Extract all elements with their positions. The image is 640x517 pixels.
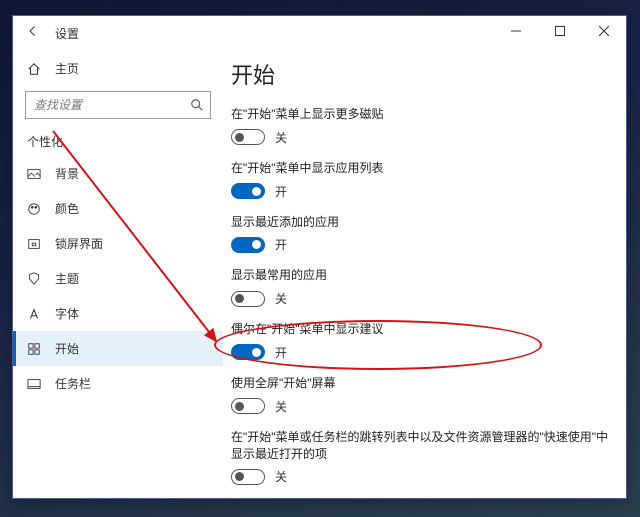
back-icon[interactable] [27,24,39,42]
toggle-state: 关 [275,468,287,485]
nav-label: 颜色 [55,200,79,217]
picture-icon [27,167,41,181]
taskbar-icon [27,377,41,391]
toggle-switch[interactable] [231,344,265,360]
setting-label: 使用全屏"开始"屏幕 [231,375,610,392]
home-label: 主页 [55,60,79,77]
toggle-state: 关 [275,398,287,415]
search-input[interactable] [25,91,211,119]
titlebar: 设置 [13,16,626,50]
toggle-switch[interactable] [231,398,265,414]
nav-label: 任务栏 [55,375,91,392]
lock-icon [27,237,41,251]
nav-label: 锁屏界面 [55,235,103,252]
window-title: 设置 [55,25,79,42]
setting-label: 在"开始"菜单中显示应用列表 [231,160,610,177]
toggle-state: 开 [275,236,287,253]
nav-label: 主题 [55,270,79,287]
palette-icon [27,202,41,216]
close-button[interactable] [582,16,626,46]
theme-icon [27,272,41,286]
nav-colors[interactable]: 颜色 [13,191,223,226]
setting-label: 偶尔在"开始"菜单中显示建议 [231,321,610,338]
content-pane: 开始 在"开始"菜单上显示更多磁贴关在"开始"菜单中显示应用列表开显示最近添加的… [223,50,626,498]
nav-fonts[interactable]: 字体 [13,296,223,331]
toggle-state: 关 [275,129,287,146]
home-icon [27,62,41,76]
nav-start[interactable]: 开始 [13,331,223,366]
toggle-state: 关 [275,290,287,307]
nav-label: 背景 [55,165,79,182]
toggle-switch[interactable] [231,129,265,145]
nav-background[interactable]: 背景 [13,156,223,191]
nav-group-label: 个性化 [13,123,223,156]
nav-taskbar[interactable]: 任务栏 [13,366,223,401]
setting-row: 使用全屏"开始"屏幕关 [231,375,610,415]
setting-label: 在"开始"菜单上显示更多磁贴 [231,106,610,123]
setting-row: 在"开始"菜单中显示应用列表开 [231,160,610,200]
minimize-button[interactable] [494,16,538,46]
nav-lockscreen[interactable]: 锁屏界面 [13,226,223,261]
setting-row: 显示最近添加的应用开 [231,214,610,254]
toggle-switch[interactable] [231,237,265,253]
toggle-state: 开 [275,183,287,200]
settings-window: 设置 主页 个性化 背景 颜色 [12,15,627,499]
setting-label: 在"开始"菜单或任务栏的跳转列表中以及文件资源管理器的"快速使用"中显示最近打开… [231,429,610,463]
toggle-state: 开 [275,344,287,361]
setting-label: 显示最常用的应用 [231,267,610,284]
toggle-switch[interactable] [231,469,265,485]
toggle-switch[interactable] [231,291,265,307]
nav-label: 字体 [55,305,79,322]
setting-row: 在"开始"菜单上显示更多磁贴关 [231,106,610,146]
search-icon [190,98,204,112]
page-heading: 开始 [231,58,610,90]
maximize-button[interactable] [538,16,582,46]
setting-row: 显示最常用的应用关 [231,267,610,307]
nav-themes[interactable]: 主题 [13,261,223,296]
setting-label: 显示最近添加的应用 [231,214,610,231]
setting-row: 在"开始"菜单或任务栏的跳转列表中以及文件资源管理器的"快速使用"中显示最近打开… [231,429,610,486]
nav-label: 开始 [55,340,79,357]
start-icon [27,342,41,356]
sidebar: 主页 个性化 背景 颜色 锁屏界面 主题 [13,50,223,498]
home-nav[interactable]: 主页 [13,52,223,85]
setting-row: 偶尔在"开始"菜单中显示建议开 [231,321,610,361]
toggle-switch[interactable] [231,183,265,199]
font-icon [27,307,41,321]
